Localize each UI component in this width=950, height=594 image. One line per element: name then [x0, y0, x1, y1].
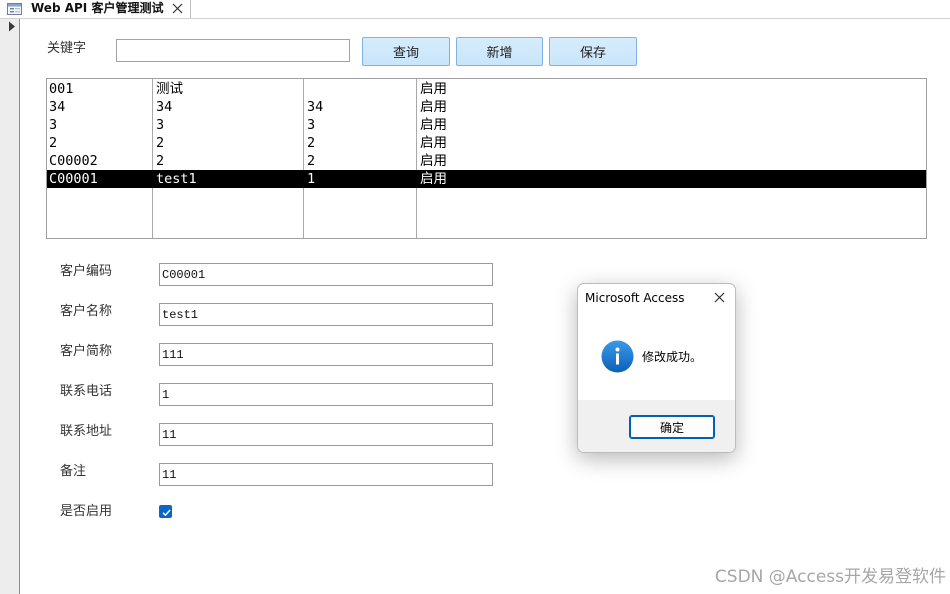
- address-label: 联系地址: [60, 424, 113, 439]
- list-cell: 启用: [420, 135, 447, 151]
- column-divider: [303, 79, 304, 238]
- watermark: CSDN @Access开发易登软件: [714, 567, 946, 587]
- phone-label: 联系电话: [60, 384, 113, 399]
- list-cell: 测试: [156, 81, 183, 97]
- info-icon: [601, 340, 634, 373]
- close-icon[interactable]: [714, 292, 725, 303]
- list-cell: 启用: [420, 171, 447, 187]
- list-cell: 001: [49, 81, 74, 97]
- document-tab[interactable]: Web API 客户管理测试: [0, 0, 191, 18]
- enabled-checkbox[interactable]: [159, 505, 172, 518]
- save-button[interactable]: 保存: [549, 37, 637, 66]
- address-field[interactable]: [159, 423, 493, 446]
- customer-short-name-label: 客户简称: [60, 344, 113, 359]
- column-divider: [152, 79, 153, 238]
- record-pointer-icon: [9, 21, 15, 32]
- list-cell: 3: [307, 117, 316, 133]
- list-cell: 2: [49, 135, 58, 151]
- list-cell: 启用: [420, 99, 447, 115]
- customer-code-field[interactable]: [159, 263, 493, 286]
- column-divider: [416, 79, 417, 238]
- list-cell: 34: [156, 99, 173, 115]
- list-row[interactable]: 2 2 2 启用: [47, 134, 926, 152]
- list-cell: 2: [156, 135, 165, 151]
- tab-title: Web API 客户管理测试: [31, 1, 164, 15]
- list-row[interactable]: C00002 2 2 启用: [47, 152, 926, 170]
- ok-button[interactable]: 确定: [629, 415, 715, 439]
- remark-label: 备注: [60, 464, 87, 479]
- customer-code-label: 客户编码: [60, 264, 113, 279]
- list-cell: 2: [307, 135, 316, 151]
- list-cell: 启用: [420, 81, 447, 97]
- dialog-message: 修改成功。: [642, 350, 703, 364]
- list-cell: [307, 80, 415, 98]
- customer-listbox[interactable]: 001 测试 启用 34 34 34 启用 3 3 3 启用 2 2 2 启用 …: [46, 78, 927, 239]
- list-cell: 3: [156, 117, 165, 133]
- list-cell: C00001: [49, 171, 98, 187]
- keyword-label: 关键字: [47, 41, 87, 56]
- keyword-input[interactable]: [116, 39, 350, 62]
- list-cell: 3: [49, 117, 58, 133]
- list-row[interactable]: C00001 test1 1 启用: [47, 170, 926, 188]
- customer-name-label: 客户名称: [60, 304, 113, 319]
- list-cell: 2: [156, 153, 165, 169]
- list-cell: 2: [307, 153, 316, 169]
- list-row[interactable]: 3 3 3 启用: [47, 116, 926, 134]
- list-row[interactable]: 001 测试 启用: [47, 80, 926, 98]
- document-tab-bar: Web API 客户管理测试: [0, 0, 950, 19]
- list-row[interactable]: 34 34 34 启用: [47, 98, 926, 116]
- list-cell: 34: [307, 99, 324, 115]
- query-button[interactable]: 查询: [362, 37, 450, 66]
- close-icon[interactable]: [172, 3, 183, 14]
- enabled-label: 是否启用: [60, 504, 113, 519]
- phone-field[interactable]: [159, 383, 493, 406]
- form-icon: [7, 3, 22, 15]
- add-button[interactable]: 新增: [456, 37, 543, 66]
- list-cell: 34: [49, 99, 66, 115]
- message-dialog: Microsoft Access 修改成功。 确定: [577, 283, 736, 453]
- list-cell: 1: [307, 171, 316, 187]
- checkmark-icon: [162, 509, 171, 517]
- list-cell: 启用: [420, 117, 447, 133]
- dialog-title: Microsoft Access: [585, 291, 685, 305]
- list-cell: 启用: [420, 153, 447, 169]
- remark-field[interactable]: [159, 463, 493, 486]
- list-cell: C00002: [49, 153, 98, 169]
- record-selector[interactable]: [0, 19, 20, 594]
- list-cell: test1: [156, 171, 197, 187]
- customer-name-field[interactable]: [159, 303, 493, 326]
- customer-short-name-field[interactable]: [159, 343, 493, 366]
